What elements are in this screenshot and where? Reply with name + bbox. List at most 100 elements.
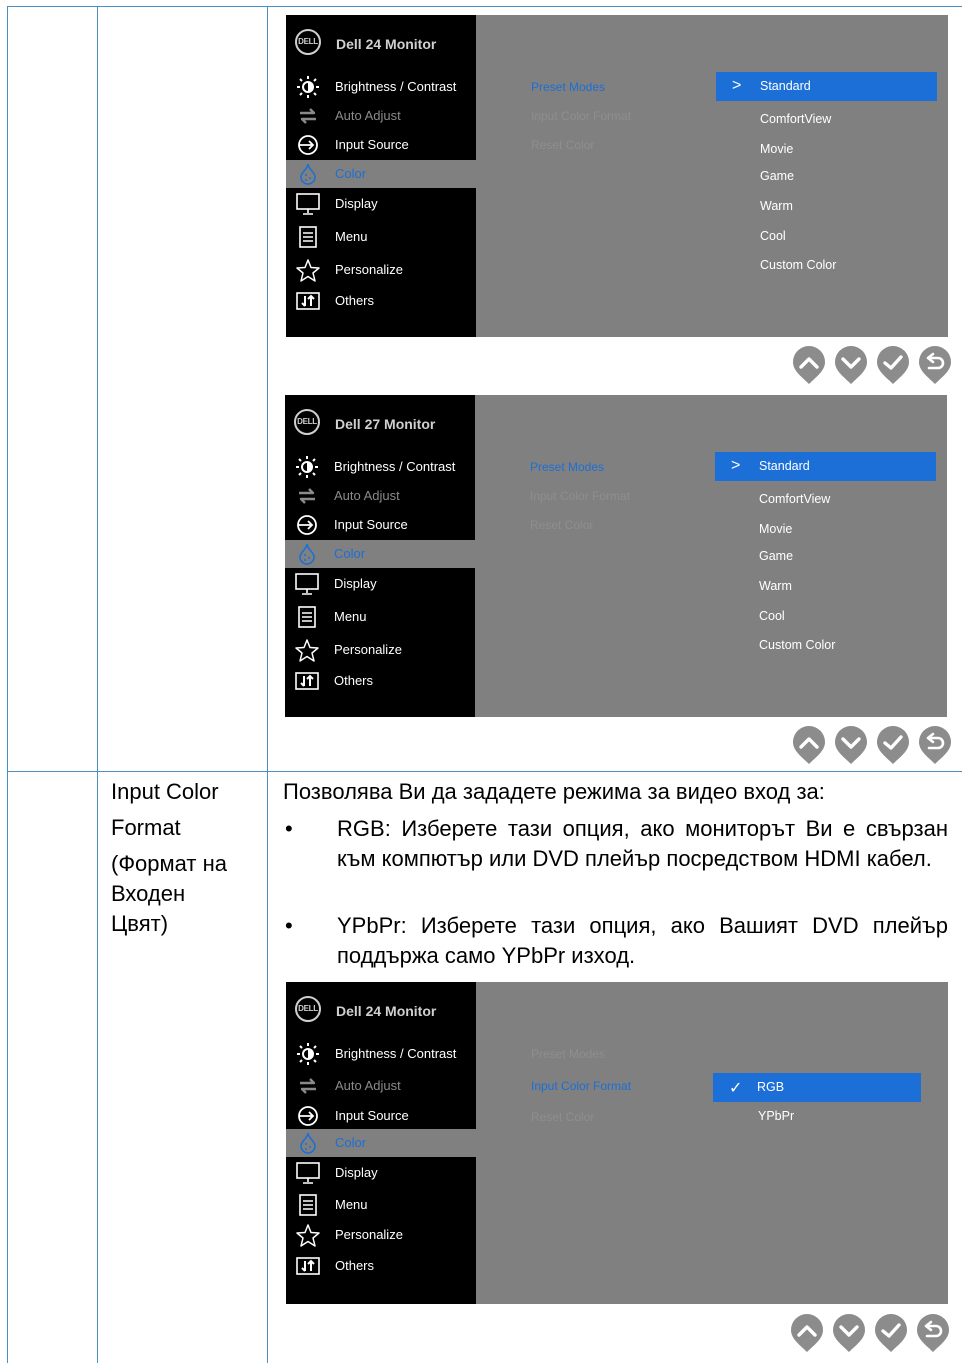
osd-screenshot-input-color-24: DELL Dell 24 Monitor Brightness / Contrast…	[286, 982, 948, 1304]
osd-menu-item-label: Color	[335, 166, 367, 181]
others-icon	[295, 669, 319, 693]
feature-name-line: Цвят)	[111, 911, 169, 936]
osd-screenshot-preset-27: DELL Dell 27 Monitor Brightness / Contrast…	[285, 395, 947, 717]
osd-menu-item-label: Menu	[335, 1197, 368, 1212]
down-button[interactable]	[834, 725, 868, 765]
osd-menu-item[interactable]: Display	[286, 190, 476, 218]
up-button[interactable]	[790, 1313, 824, 1353]
osd-menu-item[interactable]: Brightness / Contrast	[286, 73, 476, 101]
back-button[interactable]	[916, 1313, 950, 1353]
osd-menu-item-label: Display	[335, 196, 378, 211]
osd-nav-buttons	[790, 1313, 950, 1353]
osd-menu-item[interactable]: Personalize	[286, 1221, 476, 1249]
osd-option[interactable]: Cool	[760, 229, 786, 243]
osd-option[interactable]: Cool	[759, 609, 785, 623]
osd-screenshot-preset-24: DELL Dell 24 Monitor Brightness / Contrast…	[286, 15, 948, 337]
osd-option[interactable]: ComfortView	[760, 112, 831, 126]
osd-menu-item[interactable]: Others	[285, 667, 475, 695]
up-button[interactable]	[792, 345, 826, 385]
osd-submenu-item[interactable]: Preset Modes	[531, 1047, 605, 1061]
dell-logo-icon: DELL	[295, 29, 321, 55]
osd-submenu-item[interactable]: Input Color Format	[531, 109, 631, 123]
down-button[interactable]	[832, 1313, 866, 1353]
osd-menu-item[interactable]: Menu	[286, 1191, 476, 1219]
osd-option[interactable]: Game	[759, 549, 793, 563]
osd-option[interactable]: Game	[760, 169, 794, 183]
personalize-icon	[295, 638, 319, 662]
osd-menu-item[interactable]: Personalize	[285, 636, 475, 664]
display-icon	[296, 192, 320, 216]
bullet-dot: •	[285, 816, 293, 841]
osd-menu-item[interactable]: Color	[286, 1129, 476, 1157]
osd-title: Dell 27 Monitor	[335, 416, 436, 432]
osd-menu-item-label: Others	[335, 293, 375, 308]
ok-button[interactable]	[874, 1313, 908, 1353]
osd-menu-item[interactable]: Auto Adjust	[286, 102, 476, 130]
osd-menu-item-label: Others	[335, 1258, 375, 1273]
osd-menu-item[interactable]: Others	[286, 1252, 476, 1280]
osd-menu-item[interactable]: Personalize	[286, 256, 476, 284]
color-icon	[296, 162, 320, 186]
down-button[interactable]	[834, 345, 868, 385]
osd-menu-item[interactable]: Input Source	[286, 131, 476, 159]
osd-menu-item[interactable]: Display	[285, 570, 475, 598]
osd-menu-item[interactable]: Brightness / Contrast	[285, 453, 475, 481]
back-button[interactable]	[918, 725, 952, 765]
osd-menu-item[interactable]: Input Source	[285, 511, 475, 539]
osd-header: DELL Dell 27 Monitor	[285, 395, 475, 453]
color-icon	[295, 542, 319, 566]
auto-adjust-icon	[296, 104, 320, 128]
osd-option[interactable]: Custom Color	[760, 258, 836, 272]
ok-button[interactable]	[876, 725, 910, 765]
osd-menu-item[interactable]: Auto Adjust	[286, 1072, 476, 1100]
osd-selected-option[interactable]: ✓ RGB	[713, 1073, 921, 1102]
back-button[interactable]	[918, 345, 952, 385]
osd-nav-buttons	[792, 725, 952, 765]
osd-option[interactable]: Movie	[760, 142, 793, 156]
osd-menu-item-label: Auto Adjust	[334, 488, 400, 503]
input-source-icon	[296, 1104, 320, 1128]
brightness-icon	[296, 75, 320, 99]
osd-menu-item[interactable]: Brightness / Contrast	[286, 1040, 476, 1068]
ok-button[interactable]	[876, 345, 910, 385]
feature-name-line: Input Color	[111, 779, 219, 804]
osd-menu-item-label: Brightness / Contrast	[335, 1046, 457, 1061]
osd-submenu-item[interactable]: Reset Color	[530, 518, 593, 532]
up-button[interactable]	[792, 725, 826, 765]
osd-option[interactable]: ComfortView	[759, 492, 830, 506]
osd-submenu-item[interactable]: Input Color Format	[531, 1079, 631, 1093]
osd-menu-item-label: Color	[335, 1135, 367, 1150]
osd-option[interactable]: Movie	[759, 522, 792, 536]
osd-submenu-item[interactable]: Input Color Format	[530, 489, 630, 503]
osd-submenu-item[interactable]: Preset Modes	[531, 80, 605, 94]
feature-name-line: (Формат на	[111, 851, 227, 876]
osd-option[interactable]: Warm	[759, 579, 792, 593]
osd-option[interactable]: YPbPr	[758, 1109, 794, 1123]
osd-selected-option[interactable]: > Standard	[715, 452, 936, 481]
osd-menu-item[interactable]: Menu	[286, 223, 476, 251]
osd-menu-item[interactable]: Color	[285, 540, 475, 568]
osd-submenu-item[interactable]: Reset Color	[531, 138, 594, 152]
bullet-dot: •	[285, 913, 293, 938]
osd-option[interactable]: Warm	[760, 199, 793, 213]
display-icon	[295, 572, 319, 596]
menu-icon	[295, 605, 319, 629]
check-icon: ✓	[729, 1080, 743, 1097]
osd-submenu-item[interactable]: Preset Modes	[530, 460, 604, 474]
osd-submenu-item[interactable]: Reset Color	[531, 1110, 594, 1124]
col-rule-left	[7, 6, 8, 1363]
osd-option[interactable]: Custom Color	[759, 638, 835, 652]
osd-menu-item-label: Input Source	[335, 1108, 409, 1123]
osd-menu-item[interactable]: Color	[286, 160, 476, 188]
osd-header: DELL Dell 24 Monitor	[286, 15, 476, 73]
osd-menu-item-label: Color	[334, 546, 366, 561]
brightness-icon	[296, 1042, 320, 1066]
osd-menu-item[interactable]: Display	[286, 1159, 476, 1187]
osd-menu-item[interactable]: Menu	[285, 603, 475, 631]
osd-selected-option[interactable]: > Standard	[716, 72, 937, 101]
bullet-term: YPbPr	[337, 913, 401, 938]
osd-menu-item[interactable]: Others	[286, 287, 476, 315]
chevron-right-icon: >	[731, 457, 741, 474]
osd-menu-item[interactable]: Input Source	[286, 1102, 476, 1130]
osd-menu-item[interactable]: Auto Adjust	[285, 482, 475, 510]
